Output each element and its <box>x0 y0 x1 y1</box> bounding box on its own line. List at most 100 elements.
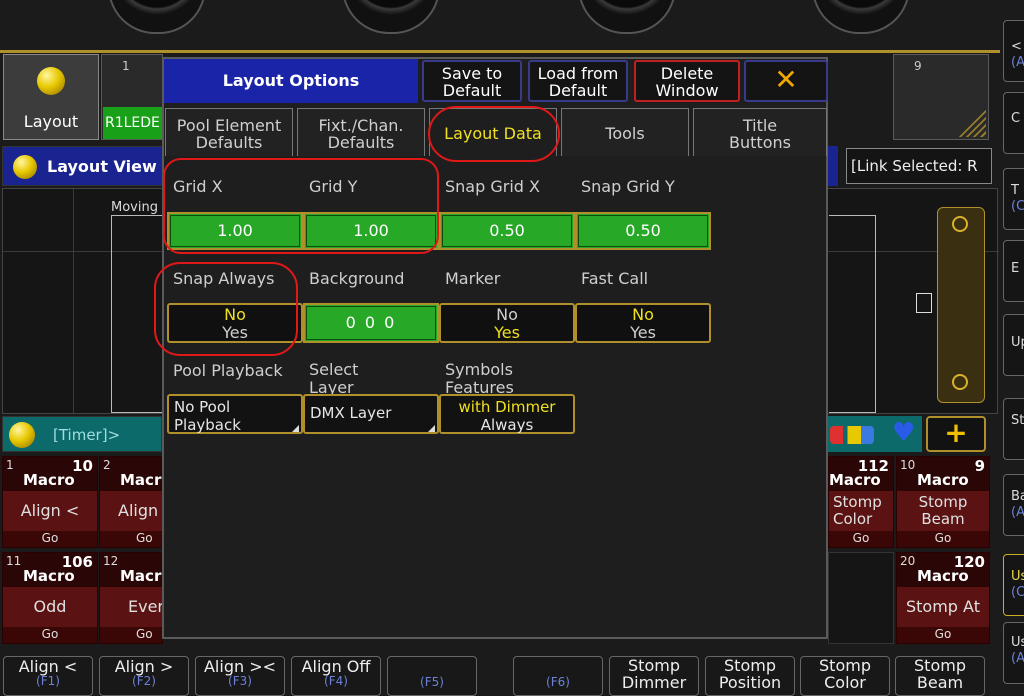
timer-label: [Timer]> <box>53 426 121 444</box>
zoom-in-icon[interactable] <box>952 374 968 390</box>
macro-go[interactable]: Go <box>3 627 97 643</box>
option-yes: Yes <box>494 323 520 342</box>
timer-bar[interactable]: [Timer]> <box>2 416 162 452</box>
side-button[interactable]: Us (C <box>1003 554 1024 616</box>
macro-label: Stomp At <box>906 597 980 616</box>
tab-tools[interactable]: Tools <box>561 108 689 156</box>
layout-view-title: Layout View - <box>47 157 169 176</box>
background-color-field[interactable]: 0 0 0 <box>303 303 439 343</box>
tab-pool-element-defaults[interactable]: Pool Element Defaults <box>165 108 293 156</box>
pool-playback-dropdown[interactable]: No Pool Playback <box>167 394 303 434</box>
pool-cell-9[interactable]: 9 <box>893 54 989 140</box>
encoder-knob-3[interactable] <box>578 0 676 34</box>
side-button[interactable]: C <box>1003 92 1024 154</box>
layout-pool-button[interactable]: Layout <box>3 54 99 140</box>
canvas-grid-line <box>73 189 74 413</box>
snap-grid-y-field[interactable]: 0.50 <box>575 212 711 250</box>
pool-cell-name: R1LEDE <box>103 107 162 139</box>
macro-tile[interactable]: 10 Macro 9 Stomp Beam Go <box>896 456 990 548</box>
dialog-title: Layout Options <box>164 59 418 103</box>
zoom-slider[interactable] <box>937 207 985 403</box>
layout-view-titlebar[interactable]: Layout View - <box>2 146 169 186</box>
close-button[interactable]: ✕ <box>744 60 828 102</box>
fast-call-label: Fast Call <box>581 269 649 288</box>
load-from-default-button[interactable]: Load from Default <box>528 60 628 102</box>
snap-grid-y-label: Snap Grid Y <box>581 177 675 196</box>
fkey-f5[interactable]: (F5) <box>387 656 477 696</box>
macro-go[interactable]: Go <box>100 531 162 547</box>
macro-label: Ever <box>128 597 164 616</box>
add-button[interactable]: + <box>926 416 986 452</box>
macro-label: Stomp Color <box>833 493 882 528</box>
macro-label: Stomp Beam <box>918 493 968 528</box>
select-layer-label: Select Layer <box>309 360 359 397</box>
encoder-knob-2[interactable] <box>342 0 440 34</box>
yellow-ball-icon <box>13 155 37 179</box>
side-button[interactable]: Us (A <box>1003 622 1024 684</box>
side-button[interactable]: St <box>1003 398 1024 460</box>
macro-go[interactable]: Go <box>3 531 97 547</box>
side-button[interactable]: Ba (A <box>1003 474 1024 536</box>
annotation-outline-snap-always <box>154 262 298 356</box>
tab-fixt-chan-defaults[interactable]: Fixt./Chan. Defaults <box>297 108 425 156</box>
tab-title-buttons[interactable]: Title Buttons <box>693 108 827 156</box>
resize-grip-icon <box>956 107 986 137</box>
layout-view-titlebar-right <box>828 146 838 186</box>
option-yes: Yes <box>630 323 656 342</box>
fkey-stomp-beam[interactable]: Stomp Beam <box>895 656 985 696</box>
annotation-outline-grid-fields <box>163 158 439 254</box>
macro-label: Odd <box>33 597 67 616</box>
delete-window-button[interactable]: Delete Window <box>634 60 740 102</box>
heart-icon[interactable]: ♥ <box>892 418 915 448</box>
fkey-f2[interactable]: Align > (F2) <box>99 656 189 696</box>
marker-label: Marker <box>445 269 501 288</box>
macro-go[interactable]: Go <box>100 627 162 643</box>
empty-pool-cell <box>828 552 894 644</box>
macro-label: Align < <box>20 501 80 520</box>
save-to-default-button[interactable]: Save to Default <box>422 60 522 102</box>
top-divider <box>0 50 1000 53</box>
macro-go[interactable]: Go <box>897 627 989 643</box>
fkey-f6[interactable]: (F6) <box>513 656 603 696</box>
fkey-f1[interactable]: Align < (F1) <box>3 656 93 696</box>
macro-tile[interactable]: 1 Macro 10 Align < Go <box>2 456 98 548</box>
canvas-element[interactable] <box>916 293 932 313</box>
macro-label: Align <box>118 501 159 520</box>
macro-tile[interactable]: 2 Macr Align Go <box>99 456 163 548</box>
macro-go[interactable]: Go <box>897 531 989 547</box>
symbols-features-dropdown[interactable]: with Dimmer Always <box>439 394 575 434</box>
link-selected-text: [Link Selected: R <box>851 157 978 175</box>
option-no: No <box>496 305 518 324</box>
option-no: No <box>632 305 654 324</box>
fast-call-toggle[interactable]: No Yes <box>575 303 711 343</box>
marker-toggle[interactable]: No Yes <box>439 303 575 343</box>
macro-tile[interactable]: Macro 112 Stomp Color Go <box>828 456 894 548</box>
snap-grid-x-field[interactable]: 0.50 <box>439 212 575 250</box>
link-selected-field[interactable]: [Link Selected: R <box>846 148 992 184</box>
side-button[interactable]: < (A <box>1003 20 1024 82</box>
side-button[interactable]: E <box>1003 240 1024 302</box>
annotation-circle-layout-data-tab <box>428 106 560 162</box>
fixture-colors-icon <box>830 426 874 444</box>
fkey-stomp-dimmer[interactable]: Stomp Dimmer <box>609 656 699 696</box>
macro-go[interactable]: Go <box>829 531 893 547</box>
encoder-knob-1[interactable] <box>108 0 206 34</box>
pool-cell-1[interactable]: 1 R1LEDE <box>101 54 163 140</box>
close-icon: ✕ <box>774 63 798 96</box>
canvas-frame-right <box>829 215 876 413</box>
zoom-out-icon[interactable] <box>952 216 968 232</box>
macro-tile[interactable]: 20 Macro 120 Stomp At Go <box>896 552 990 644</box>
fkey-f3[interactable]: Align >< (F3) <box>195 656 285 696</box>
encoder-knob-4[interactable] <box>812 0 910 34</box>
macro-tile[interactable]: 12 Macr Ever Go <box>99 552 164 644</box>
select-layer-dropdown[interactable]: DMX Layer <box>303 394 439 434</box>
background-label: Background <box>309 269 405 288</box>
macro-tile[interactable]: 11 Macro 106 Odd Go <box>2 552 98 644</box>
fkey-stomp-position[interactable]: Stomp Position <box>705 656 795 696</box>
pool-playback-label: Pool Playback <box>173 361 283 380</box>
dropdown-corner-icon <box>428 425 435 432</box>
fkey-f4[interactable]: Align Off (F4) <box>291 656 381 696</box>
fkey-stomp-color[interactable]: Stomp Color <box>800 656 890 696</box>
side-button[interactable]: T (C <box>1003 168 1024 230</box>
side-button[interactable]: Up <box>1003 314 1024 376</box>
